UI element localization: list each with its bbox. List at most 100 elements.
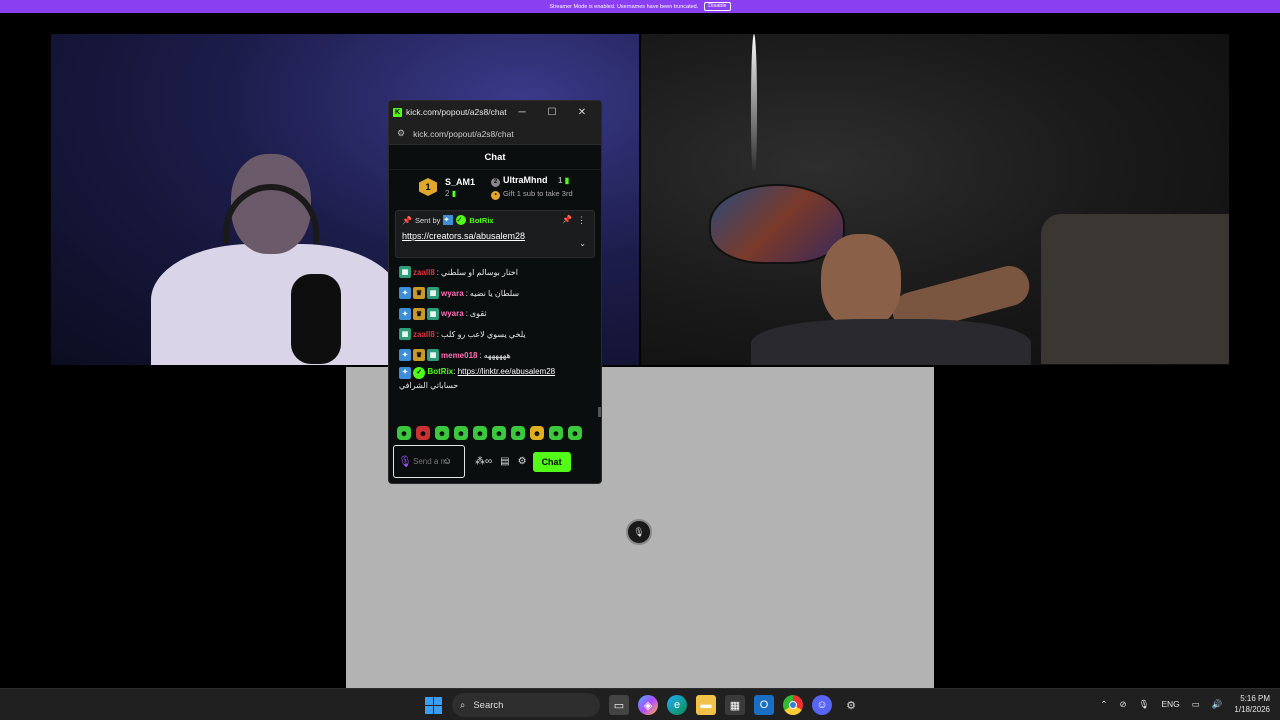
second-count: 1 bbox=[558, 175, 563, 185]
chevron-down-icon[interactable]: ⌄ bbox=[579, 239, 586, 248]
unpin-icon[interactable]: 📌 bbox=[562, 215, 572, 224]
chat-message: ✦ ✓ BotRix: https://linktr.ee/abusalem28… bbox=[399, 367, 556, 391]
gear-icon[interactable]: ⚙ bbox=[518, 456, 527, 467]
sent-by-label: Sent by bbox=[414, 215, 441, 225]
clock[interactable]: 5:16 PM 1/18/2026 bbox=[1234, 693, 1270, 715]
couch bbox=[1041, 214, 1229, 364]
emote-icon[interactable]: ☻ bbox=[473, 426, 487, 440]
crown-badge-icon: ♛ bbox=[413, 307, 425, 320]
microphone bbox=[291, 274, 341, 364]
subscriber-badge-icon: ▦ bbox=[427, 349, 439, 362]
windows-start-icon[interactable] bbox=[423, 695, 443, 715]
file-explorer-icon[interactable]: ▬ bbox=[696, 695, 716, 715]
chrome-icon[interactable] bbox=[783, 695, 803, 715]
pin-icon: 📌 bbox=[402, 215, 412, 225]
emote-icon[interactable]: ☻ bbox=[511, 426, 525, 440]
emote-icon[interactable]: ☻ bbox=[568, 426, 582, 440]
pinned-message: 📌 Sent by ✦ ✓ BotRix https://creators.sa… bbox=[395, 210, 595, 258]
message-username[interactable]: zaall8 bbox=[413, 268, 435, 277]
chat-message: ▦ zaall8: يلخي يسوي لاعب رو كلب bbox=[399, 324, 593, 345]
microphone-icon[interactable]: 🎙 bbox=[398, 455, 412, 468]
settings-icon[interactable]: ⚙ bbox=[841, 695, 861, 715]
emote-icon[interactable]: ☻ bbox=[530, 426, 544, 440]
video-tile-right[interactable] bbox=[641, 34, 1229, 365]
window-title: kick.com/popout/a2s8/chat... bbox=[406, 107, 507, 117]
emoji-icon[interactable]: ☺ bbox=[443, 456, 452, 466]
chat-message: ✦ ♛ ▦ wyara: سلطان يا نضيه bbox=[399, 283, 593, 304]
verified-badge-icon: ✓ bbox=[456, 215, 467, 225]
more-options-icon[interactable]: ⋮ bbox=[577, 215, 586, 226]
emote-icon[interactable]: ☻ bbox=[549, 426, 563, 440]
url-text: kick.com/popout/a2s8/chat bbox=[413, 128, 514, 139]
minimize-icon[interactable]: ─ bbox=[507, 107, 537, 118]
gift-icon: ▮ bbox=[451, 188, 457, 198]
chat-message: ✦ ♛ ▦ meme018: ههههههه bbox=[399, 345, 593, 366]
emote-icon[interactable]: ☻ bbox=[397, 426, 411, 440]
message-link[interactable]: https://linktr.ee/abusalem28 bbox=[458, 367, 555, 376]
display-icon[interactable]: ▭ bbox=[1192, 699, 1200, 710]
scrollbar-thumb[interactable] bbox=[598, 407, 601, 417]
banner-text: Streamer Mode is enabled. Usernames have… bbox=[549, 3, 699, 10]
chat-title: Chat bbox=[389, 145, 601, 170]
emote-icon[interactable]: ☻ bbox=[492, 426, 506, 440]
rank-2-icon: 2 bbox=[491, 177, 501, 187]
message-username[interactable]: BotRix bbox=[427, 367, 453, 376]
message-username[interactable]: wyara bbox=[441, 289, 464, 298]
taskbar-search[interactable]: ⌕ Search bbox=[452, 693, 600, 717]
url-bar[interactable]: ⚙ kick.com/popout/a2s8/chat bbox=[389, 123, 601, 145]
store-icon[interactable]: ▦ bbox=[725, 695, 745, 715]
disable-button[interactable]: Disable bbox=[704, 2, 731, 11]
site-settings-icon[interactable]: ⚙ bbox=[397, 128, 405, 139]
chevron-up-icon[interactable]: ⌃ bbox=[1100, 699, 1107, 710]
message-username[interactable]: zaall8 bbox=[413, 330, 435, 339]
emote-icon[interactable]: ☻ bbox=[435, 426, 449, 440]
chat-input-row: 🎙 ☺ ⁂∞ ▤ ⚙ Chat bbox=[393, 445, 599, 478]
message-text: يلخي يسوي لاعب رو كلب bbox=[441, 329, 526, 339]
task-view-icon[interactable]: ▭ bbox=[609, 695, 629, 715]
chat-tools: ⁂∞ ▤ ⚙ bbox=[475, 456, 527, 467]
chat-message: ✦ ♛ ▦ wyara: ثقوى bbox=[399, 303, 593, 324]
message-username[interactable]: meme018 bbox=[441, 351, 477, 360]
message-username[interactable]: wyara bbox=[441, 309, 464, 318]
discord-icon[interactable]: ☺ bbox=[812, 695, 832, 715]
outlook-icon[interactable]: O bbox=[754, 695, 774, 715]
pinned-link[interactable]: https://creators.sa/abusalem28 bbox=[402, 231, 588, 241]
copilot-icon[interactable]: ◈ bbox=[638, 695, 658, 715]
bot-badge-icon: ✦ bbox=[399, 349, 411, 362]
network-off-icon[interactable]: ⊘ bbox=[1119, 699, 1126, 710]
microphone-tray-icon[interactable]: 🎙 bbox=[1139, 699, 1150, 710]
second-name[interactable]: UltraMhnd bbox=[503, 175, 548, 185]
subscriber-badge-icon: ▦ bbox=[427, 307, 439, 320]
points-icon[interactable]: ⁂∞ bbox=[475, 456, 492, 467]
chat-popout-window[interactable]: K kick.com/popout/a2s8/chat... ─ ☐ ✕ ⚙ k… bbox=[388, 100, 602, 484]
chat-message-list[interactable]: ▦ zaall8: اختار بوسالم او سلطني ✦ ♛ ▦ wy… bbox=[389, 258, 601, 396]
search-icon: ⌕ bbox=[460, 699, 466, 711]
screen: { "banner": { "text": "Streamer Mode is … bbox=[0, 0, 1280, 720]
taskbar: ⌕ Search ▭ ◈ e ▬ ▦ O ☺ ⚙ ⌃ ⊘ 🎙 ENG ▭ 🔊 5… bbox=[0, 688, 1280, 720]
chat-message: ▦ zaall8: اختار بوسالم او سلطني bbox=[399, 262, 593, 283]
send-chat-button[interactable]: Chat bbox=[532, 451, 571, 472]
background-tv bbox=[709, 184, 845, 264]
edge-icon[interactable]: e bbox=[667, 695, 687, 715]
sub-gift-leaderboard: 1 S_AM1 2 ▮ 2 UltraMhnd 1 ▮ ▪ Gift 1 sub t… bbox=[389, 170, 601, 204]
emote-icon[interactable]: ☻ bbox=[416, 426, 430, 440]
maximize-icon[interactable]: ☐ bbox=[537, 107, 567, 118]
bot-badge-icon: ✦ bbox=[399, 287, 411, 300]
language-indicator[interactable]: ENG bbox=[1161, 699, 1179, 709]
gift-text: Gift 1 sub to take 3rd bbox=[503, 188, 573, 198]
leader-name[interactable]: S_AM1 bbox=[445, 177, 475, 187]
store-icon[interactable]: ▤ bbox=[500, 456, 509, 467]
chat-input[interactable] bbox=[413, 457, 445, 466]
volume-icon[interactable]: 🔊 bbox=[1212, 699, 1223, 710]
chat-input-box[interactable]: 🎙 ☺ bbox=[393, 445, 465, 478]
window-titlebar[interactable]: K kick.com/popout/a2s8/chat... ─ ☐ ✕ bbox=[389, 101, 601, 123]
subscriber-badge-icon: ▦ bbox=[399, 266, 411, 279]
search-label: Search bbox=[473, 699, 504, 711]
kick-logo-icon: K bbox=[393, 107, 402, 117]
light-beam bbox=[751, 34, 757, 174]
close-icon[interactable]: ✕ bbox=[567, 107, 597, 118]
pinned-author[interactable]: BotRix bbox=[469, 216, 493, 225]
streamer-mode-banner: Streamer Mode is enabled. Usernames have… bbox=[0, 0, 1280, 13]
emote-icon[interactable]: ☻ bbox=[454, 426, 468, 440]
person-body bbox=[151, 244, 401, 365]
